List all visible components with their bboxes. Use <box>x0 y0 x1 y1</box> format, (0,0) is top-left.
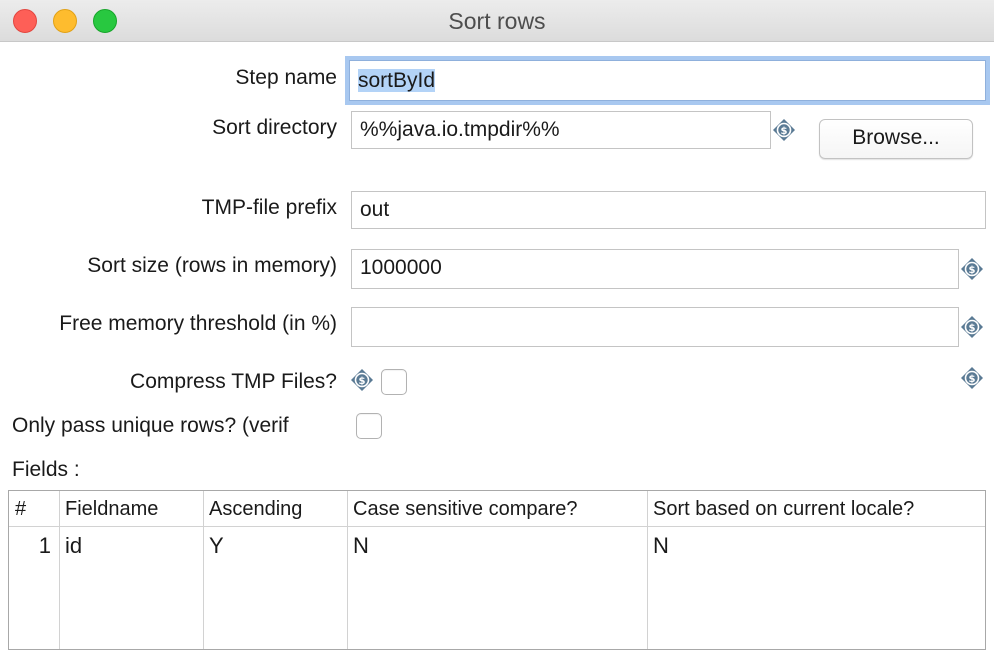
table-header-case-sensitive[interactable]: Case sensitive compare? <box>353 498 578 521</box>
table-cell-locale[interactable]: N <box>653 533 669 559</box>
svg-text:$: $ <box>969 265 976 276</box>
tmp-prefix-input[interactable]: out <box>351 191 986 229</box>
step-name-label: Step name <box>235 66 337 89</box>
svg-text:$: $ <box>359 376 366 387</box>
step-name-input[interactable]: sortById <box>349 60 986 101</box>
svg-text:$: $ <box>969 374 976 385</box>
table-row-num: 1 <box>38 533 51 558</box>
sort-size-input[interactable]: 1000000 <box>351 249 959 289</box>
table-header-locale[interactable]: Sort based on current locale? <box>653 498 914 521</box>
variable-dollar-icon[interactable]: $ <box>351 369 373 391</box>
fields-table[interactable]: # Fieldname Ascending Case sensitive com… <box>8 490 986 650</box>
table-cell-ascending[interactable]: Y <box>209 533 224 559</box>
table-header-ascending[interactable]: Ascending <box>209 498 302 521</box>
unique-rows-checkbox[interactable] <box>356 413 382 439</box>
variable-dollar-icon[interactable]: $ <box>773 119 795 141</box>
unique-rows-label: Only pass unique rows? (verif <box>12 414 289 437</box>
free-memory-label: Free memory threshold (in %) <box>59 312 337 335</box>
table-header-fieldname[interactable]: Fieldname <box>65 498 158 521</box>
table-header-num[interactable]: # <box>15 498 26 521</box>
sort-size-label: Sort size (rows in memory) <box>87 254 337 277</box>
browse-button[interactable]: Browse... <box>819 119 973 159</box>
step-name-value: sortById <box>358 69 436 92</box>
variable-dollar-icon[interactable]: $ <box>961 258 983 280</box>
window-title: Sort rows <box>448 8 546 34</box>
tmp-prefix-label: TMP-file prefix <box>201 196 337 219</box>
free-memory-input[interactable] <box>351 307 959 347</box>
svg-text:$: $ <box>969 323 976 334</box>
variable-dollar-icon[interactable]: $ <box>961 316 983 338</box>
svg-text:$: $ <box>781 126 788 137</box>
compress-label: Compress TMP Files? <box>130 370 337 393</box>
fields-label: Fields : <box>12 458 80 481</box>
table-cell-fieldname[interactable]: id <box>65 533 82 559</box>
table-cell-case-sensitive[interactable]: N <box>353 533 369 559</box>
sort-directory-label: Sort directory <box>212 116 337 139</box>
sort-directory-input[interactable]: %%java.io.tmpdir%% <box>351 111 771 149</box>
variable-dollar-icon[interactable]: $ <box>961 367 983 389</box>
title-bar: Sort rows <box>0 0 994 42</box>
compress-checkbox[interactable] <box>381 369 407 395</box>
